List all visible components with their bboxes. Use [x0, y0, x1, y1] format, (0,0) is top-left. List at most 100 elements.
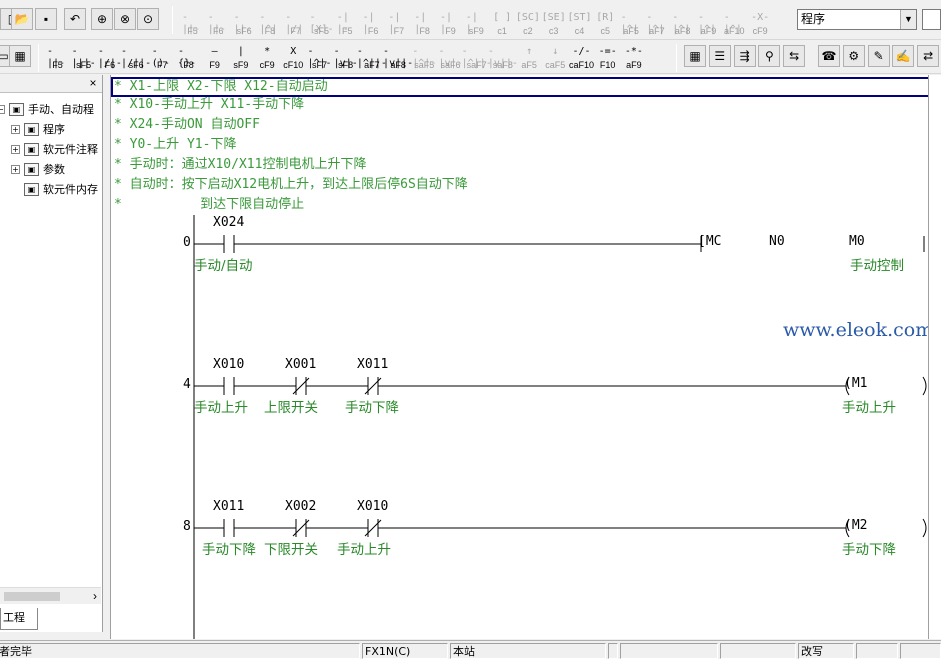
tree-item[interactable]: − ▣ 手动、自动程	[0, 99, 94, 119]
ladder-button-af9[interactable]: -*- aF9	[622, 43, 645, 71]
expand-icon[interactable]: +	[11, 124, 20, 134]
ladder-button-sf5[interactable]: -|||- sF5	[72, 43, 96, 71]
ladder-editor[interactable]: * X1-上限 X2-下限 X12-自动启动 * X10-手动上升 X11-手动下…	[110, 75, 941, 639]
instruction-operand-device[interactable]: M0	[849, 234, 865, 249]
program-comment[interactable]: * Y0-上升 Y1-下降	[114, 137, 236, 153]
toolbar-button-f7[interactable]: -| | F7	[387, 9, 410, 37]
toolbar-button-c4[interactable]: [ST] c4	[567, 9, 591, 37]
save-icon[interactable]: ▪	[35, 8, 57, 30]
toolbar-button-c2[interactable]: [SC] c2	[516, 9, 540, 37]
find-icon[interactable]: ⚲	[758, 45, 781, 67]
ladder-button-f7[interactable]: -()- F7	[151, 43, 174, 71]
contact-device[interactable]: X010	[357, 499, 388, 514]
ladder-button-f5[interactable]: -||- F5	[46, 43, 69, 71]
toolbar-button-af5[interactable]: -|^| aF5	[620, 9, 643, 37]
coil-device[interactable]: (M1	[844, 376, 867, 391]
toolbar-button-f6[interactable]: -| | F6	[362, 9, 385, 37]
ladder-button-f10[interactable]: -=- F10	[596, 43, 619, 71]
chevron-down-icon[interactable]: ▼	[900, 10, 916, 29]
undo-icon[interactable]: ↶	[64, 8, 86, 30]
replace-icon[interactable]: ⇆	[783, 45, 806, 67]
program-comment[interactable]: * 到达下限自动停止	[114, 197, 304, 213]
scrollbar-thumb[interactable]	[4, 592, 60, 601]
tree-item[interactable]: + ▣ 软元件注释	[11, 139, 98, 159]
device-comment-icon[interactable]: ▦	[684, 45, 706, 67]
contact-device[interactable]: X011	[357, 357, 388, 372]
ladder-button-af7[interactable]: -|^||- aF7	[357, 43, 387, 71]
ladder-button-cf9[interactable]: * cF9	[256, 43, 279, 71]
toolbar-button-af8[interactable]: -|^| aF8	[671, 9, 694, 37]
tree-item[interactable]: + ▣ 参数	[11, 159, 65, 179]
telephone-icon[interactable]: ☎	[818, 45, 840, 67]
toolbar-button-f8[interactable]: -| | F8	[413, 9, 436, 37]
toolbar-button-f7[interactable]: -|/| F7	[284, 9, 307, 37]
collapse-icon[interactable]: −	[0, 104, 5, 114]
instruction-operand-n[interactable]: N0	[769, 234, 785, 249]
toolbar-button-af9[interactable]: -|^| aF9	[697, 9, 720, 37]
contact-device[interactable]: X001	[285, 357, 316, 372]
ladder-button-caf5[interactable]: ↓ caF5	[544, 43, 567, 71]
monitor-icon[interactable]: ⊙	[137, 8, 159, 30]
edit-icon[interactable]: ✎	[867, 45, 890, 67]
zoom-icon[interactable]: ⊕	[91, 8, 113, 30]
ladder-button-cf10[interactable]: XcF10	[282, 43, 305, 71]
toolbar-button-sf6[interactable]: -||- sF6	[233, 9, 256, 37]
toolbar-button-c3[interactable]: [SE] c3	[542, 9, 566, 37]
contact-device[interactable]: X002	[285, 499, 316, 514]
toolbar-button-sf9[interactable]: -| | sF9	[465, 9, 488, 37]
ladder-button-f6[interactable]: -|/|- F6	[98, 43, 122, 71]
ladder-button-saf7[interactable]: -|^||- saF7	[462, 43, 492, 71]
expand-icon[interactable]: +	[11, 144, 20, 154]
ladder-button-saf5[interactable]: -|^|- saF5	[412, 43, 436, 71]
ladder-button-sf8[interactable]: -|v|- sF8	[334, 43, 358, 71]
network-icon[interactable]: ⇄	[917, 45, 940, 67]
program-comment[interactable]: * 手动时：通过X10/X11控制电机上升下降	[114, 157, 366, 173]
ladder-button-f9[interactable]: — F9	[203, 43, 226, 71]
ladder-button-caf10[interactable]: -/- caF10	[569, 43, 594, 71]
toolbar-button-af7[interactable]: -|^| aF7	[645, 9, 668, 37]
toolbar-button-f6[interactable]: -||- F6	[207, 9, 230, 37]
search-icon[interactable]: ⊗	[114, 8, 136, 30]
program-comment[interactable]: * X10-手动上升 X11-手动下降	[114, 97, 304, 113]
horizontal-scrollbar[interactable]: ›	[0, 587, 101, 604]
chevron-right-icon[interactable]: ›	[93, 588, 97, 605]
setting-icon[interactable]: ⚙	[842, 45, 865, 67]
toolbar-button-sf5[interactable]: -[X]- sF5	[309, 9, 333, 37]
contact-device[interactable]: X024	[213, 215, 244, 230]
vertical-scrollbar[interactable]	[928, 75, 941, 639]
secondary-select[interactable]	[922, 9, 941, 30]
toolbar-button-c1[interactable]: [ ] c1	[491, 9, 514, 37]
contact-device[interactable]: X010	[213, 357, 244, 372]
program-comment[interactable]: * X1-上限 X2-下限 X12-自动启动	[111, 77, 931, 97]
toolbar-button-af10[interactable]: -|^| aF10	[723, 9, 746, 37]
ladder-button-af5[interactable]: ↑ aF5	[518, 43, 541, 71]
coil-device[interactable]: (M2	[844, 518, 867, 533]
ladder-button-f8[interactable]: -{}- F8	[177, 43, 200, 71]
toolbar-button-f8[interactable]: -|^| F8	[258, 9, 281, 37]
program-comment[interactable]: * X24-手动ON 自动OFF	[114, 117, 260, 133]
ladder-monitor-icon[interactable]: ⇶	[733, 45, 756, 67]
ladder-button-sf7[interactable]: -|^|- sF7	[307, 43, 331, 71]
toolbar-button-cf9[interactable]: -X-cF9	[749, 9, 772, 37]
toolbar-button-f5[interactable]: -||- F5	[181, 9, 204, 37]
close-icon[interactable]: ×	[86, 76, 100, 90]
ladder-button-saf8[interactable]: -|v||- saF8	[488, 43, 518, 71]
list-icon[interactable]: ☰	[708, 45, 731, 67]
tree-item[interactable]: + ▣ 程序	[11, 119, 65, 139]
toolbar-button-c5[interactable]: [R] c5	[594, 9, 617, 37]
ladder-view-icon[interactable]: ▦	[9, 45, 31, 67]
write-icon[interactable]: ✍	[892, 45, 915, 67]
mode-select[interactable]: 程序 ▼	[797, 9, 917, 30]
toolbar-button-f5[interactable]: -| |- F5	[336, 9, 359, 37]
expand-icon[interactable]: +	[11, 164, 20, 174]
instruction-name[interactable]: [MC	[698, 234, 721, 249]
toolbar-button-f9[interactable]: -| | F9	[439, 9, 462, 37]
tab-project[interactable]: 工程	[0, 608, 38, 630]
ladder-button-sf6[interactable]: -|/||- sF6	[121, 43, 151, 71]
tree-item[interactable]: ▣ 软元件内存	[11, 179, 98, 199]
ladder-button-sf9[interactable]: | sF9	[229, 43, 252, 71]
ladder-button-af8[interactable]: -|v||- aF8	[383, 43, 413, 71]
open-folder-icon[interactable]: 📂	[11, 8, 33, 30]
contact-device[interactable]: X011	[213, 499, 244, 514]
ladder-button-saf6[interactable]: -|v|- saF6	[438, 43, 462, 71]
